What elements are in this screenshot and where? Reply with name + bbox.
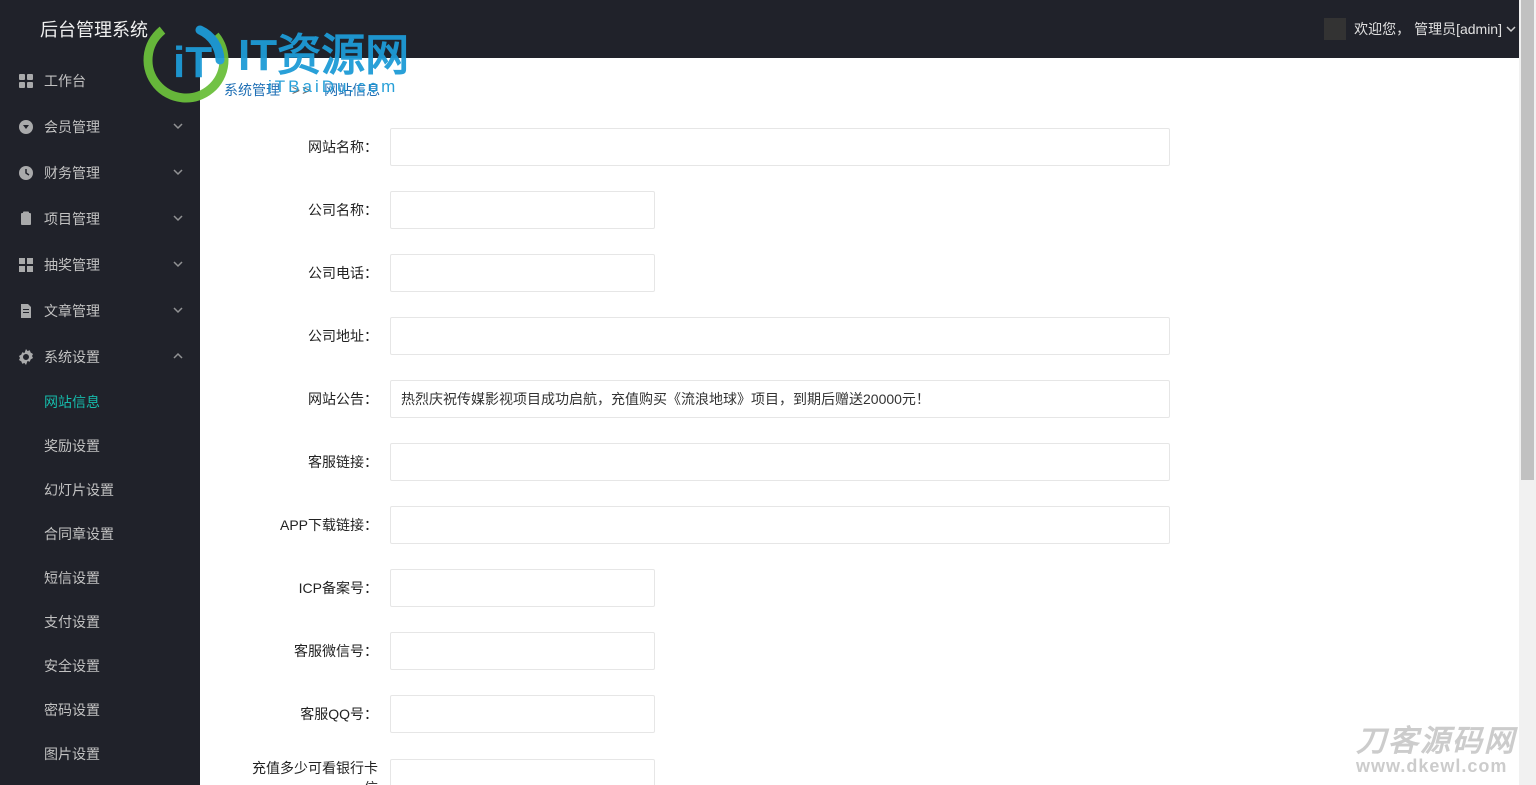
chevron-down-icon [172, 303, 184, 319]
sidebar-item-label: 财务管理 [44, 163, 100, 183]
chevron-up-icon [172, 349, 184, 365]
form-row-app_download: APP下载链接： [240, 506, 1496, 544]
sidebar-item[interactable]: 财务管理 [0, 150, 200, 196]
form-row-site_notice: 网站公告： [240, 380, 1496, 418]
form-label: 公司电话： [240, 263, 390, 283]
breadcrumb-current: 网站信息 [324, 82, 380, 98]
chevron-down-icon [172, 257, 184, 273]
header-user-area: 欢迎您， 管理员[admin] [1324, 18, 1516, 40]
form-label: ICP备案号： [240, 578, 390, 598]
sidebar-sub-item[interactable]: 奖励设置 [0, 424, 200, 468]
chevron-down-icon [172, 165, 184, 181]
user-dropdown[interactable]: 欢迎您， 管理员[admin] [1354, 19, 1516, 39]
sidebar-sub-item[interactable]: 幻灯片设置 [0, 468, 200, 512]
site_notice-input[interactable] [390, 380, 1170, 418]
chevron-down-icon [172, 211, 184, 227]
gear-icon [18, 349, 34, 365]
bank_threshold-input[interactable] [390, 759, 655, 785]
main-content: 系统管理 >> 网站信息 网站名称： 公司名称： 公司电话： 公司地址： 网站公告： 客服… [200, 58, 1536, 785]
scrollbar-thumb[interactable] [1521, 0, 1534, 480]
form-label: APP下载链接： [240, 515, 390, 535]
doc-icon [18, 303, 34, 319]
form-row-company_address: 公司地址： [240, 317, 1496, 355]
header: 后台管理系统 欢迎您， 管理员[admin] [0, 0, 1536, 58]
form-label: 客服QQ号： [240, 704, 390, 724]
chevron-down-icon [1506, 21, 1516, 37]
form-row-service_link: 客服链接： [240, 443, 1496, 481]
form-area: 网站名称： 公司名称： 公司电话： 公司地址： 网站公告： 客服链接： APP下载链接： IC… [200, 118, 1536, 785]
form-label: 客服微信号： [240, 641, 390, 661]
form-label: 网站公告： [240, 389, 390, 409]
sidebar-item[interactable]: 项目管理 [0, 196, 200, 242]
app-title: 后台管理系统 [40, 16, 148, 42]
form-label: 客服链接： [240, 452, 390, 472]
sidebar-item-label: 系统设置 [44, 347, 100, 367]
form-row-site_name: 网站名称： [240, 128, 1496, 166]
grid-icon [18, 73, 34, 89]
sidebar-sub-item[interactable]: 短信设置 [0, 556, 200, 600]
form-row-bank_threshold: 充值多少可看银行卡信 [240, 758, 1496, 785]
clock-icon [18, 165, 34, 181]
sidebar-item-label: 工作台 [44, 71, 86, 91]
service_link-input[interactable] [390, 443, 1170, 481]
icp-input[interactable] [390, 569, 655, 607]
sidebar-item[interactable]: 工作台 [0, 58, 200, 104]
welcome-prefix: 欢迎您， [1354, 19, 1410, 39]
form-label: 网站名称： [240, 137, 390, 157]
sidebar-sub-item[interactable]: 合同章设置 [0, 512, 200, 556]
sidebar: 工作台会员管理财务管理项目管理抽奖管理文章管理系统设置网站信息奖励设置幻灯片设置… [0, 58, 200, 785]
breadcrumb-root[interactable]: 系统管理 [224, 82, 280, 98]
form-label: 充值多少可看银行卡信 [240, 758, 390, 785]
form-label: 公司地址： [240, 326, 390, 346]
form-row-wechat: 客服微信号： [240, 632, 1496, 670]
sidebar-item[interactable]: 文章管理 [0, 288, 200, 334]
form-row-icp: ICP备案号： [240, 569, 1496, 607]
form-label: 公司名称： [240, 200, 390, 220]
sidebar-item-label: 项目管理 [44, 209, 100, 229]
avatar [1324, 18, 1346, 40]
welcome-user: 管理员[admin] [1414, 19, 1502, 39]
sidebar-sub-item[interactable]: 密码设置 [0, 688, 200, 732]
grid2-icon [18, 257, 34, 273]
sidebar-item-label: 抽奖管理 [44, 255, 100, 275]
form-row-company_name: 公司名称： [240, 191, 1496, 229]
sidebar-item-label: 文章管理 [44, 301, 100, 321]
app_download-input[interactable] [390, 506, 1170, 544]
sidebar-item[interactable]: 系统设置 [0, 334, 200, 380]
scrollbar[interactable] [1519, 0, 1536, 785]
company_name-input[interactable] [390, 191, 655, 229]
clipboard-icon [18, 211, 34, 227]
sidebar-sub-item[interactable]: 网站信息 [0, 380, 200, 424]
sidebar-sub-item[interactable]: 图片设置 [0, 732, 200, 776]
breadcrumb-sep: >> [292, 82, 312, 98]
form-row-company_phone: 公司电话： [240, 254, 1496, 292]
company_phone-input[interactable] [390, 254, 655, 292]
breadcrumb: 系统管理 >> 网站信息 [200, 58, 1536, 118]
sidebar-item-label: 会员管理 [44, 117, 100, 137]
sidebar-sub-item[interactable]: 安全设置 [0, 644, 200, 688]
form-row-qq: 客服QQ号： [240, 695, 1496, 733]
qq-input[interactable] [390, 695, 655, 733]
sidebar-item[interactable]: 会员管理 [0, 104, 200, 150]
circle-v-icon [18, 119, 34, 135]
sidebar-item[interactable]: 抽奖管理 [0, 242, 200, 288]
site_name-input[interactable] [390, 128, 1170, 166]
company_address-input[interactable] [390, 317, 1170, 355]
wechat-input[interactable] [390, 632, 655, 670]
sidebar-sub-item[interactable]: 支付设置 [0, 600, 200, 644]
chevron-down-icon [172, 119, 184, 135]
